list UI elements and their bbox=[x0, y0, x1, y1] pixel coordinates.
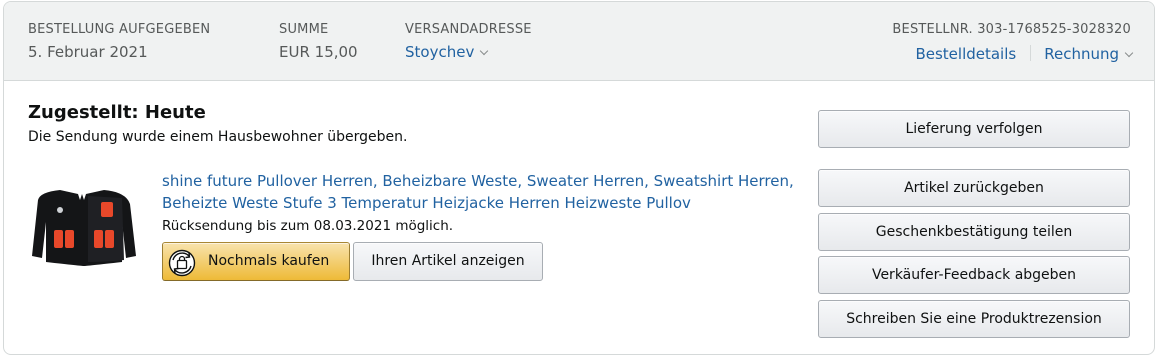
order-total: SUMME EUR 15,00 bbox=[279, 21, 358, 62]
heated-sweater-thumbnail[interactable] bbox=[30, 182, 140, 272]
invoice-link-label[interactable]: Rechnung bbox=[1044, 45, 1119, 63]
delivery-substatus: Die Sendung wurde einem Hausbewohner übe… bbox=[28, 129, 408, 145]
product-title-line1[interactable]: shine future Pullover Herren, Beheizbare… bbox=[162, 170, 794, 192]
order-placed-value: 5. Februar 2021 bbox=[28, 43, 148, 61]
order-placed-label: BESTELLUNG AUFGEGEBEN bbox=[28, 22, 211, 37]
ship-to-name[interactable]: Stoychev bbox=[405, 43, 474, 61]
order-links: Bestelldetails Rechnung bbox=[915, 44, 1134, 64]
order-placed: BESTELLUNG AUFGEGEBEN 5. Februar 2021 bbox=[28, 21, 210, 62]
write-review-button[interactable]: Schreiben Sie eine Produktrezension bbox=[818, 300, 1130, 338]
view-item-button[interactable]: Ihren Artikel anzeigen bbox=[353, 242, 543, 281]
chevron-down-icon bbox=[1124, 48, 1134, 58]
invoice-dropdown[interactable]: Rechnung bbox=[1044, 45, 1134, 63]
chevron-down-icon bbox=[480, 46, 489, 56]
return-item-button[interactable]: Artikel zurückgeben bbox=[818, 169, 1130, 207]
order-total-label: SUMME bbox=[279, 22, 329, 37]
buy-again-button[interactable]: Nochmals kaufen bbox=[162, 242, 350, 281]
order-card: BESTELLUNG AUFGEGEBEN 5. Februar 2021 SU… bbox=[3, 1, 1155, 355]
ship-to-dropdown[interactable]: Stoychev bbox=[405, 42, 532, 62]
ship-to-label: VERSANDADRESSE bbox=[405, 22, 532, 37]
order-number: BESTELLNR. 303-1768525-3028320 bbox=[892, 22, 1131, 37]
delivery-status: Zugestellt: Heute bbox=[28, 102, 206, 123]
track-package-button[interactable]: Lieferung verfolgen bbox=[818, 110, 1130, 148]
order-details-link[interactable]: Bestelldetails bbox=[915, 45, 1016, 63]
buy-again-icon bbox=[168, 249, 196, 277]
order-total-value: EUR 15,00 bbox=[279, 43, 358, 61]
product-thumbnail[interactable] bbox=[30, 182, 140, 272]
return-window-note: Rücksendung bis zum 08.03.2021 möglich. bbox=[162, 218, 454, 234]
order-header: BESTELLUNG AUFGEGEBEN 5. Februar 2021 SU… bbox=[4, 2, 1154, 81]
buy-again-label[interactable]: Nochmals kaufen bbox=[208, 243, 329, 280]
ship-to: VERSANDADRESSE Stoychev bbox=[405, 21, 532, 62]
product-title-link[interactable]: shine future Pullover Herren, Beheizbare… bbox=[162, 170, 794, 214]
seller-feedback-button[interactable]: Verkäufer-Feedback abgeben bbox=[818, 256, 1130, 294]
product-title-line2[interactable]: Beheizte Weste Stufe 3 Temperatur Heizja… bbox=[162, 192, 792, 214]
share-gift-receipt-button[interactable]: Geschenkbestätigung teilen bbox=[818, 213, 1130, 251]
divider bbox=[1030, 45, 1032, 61]
